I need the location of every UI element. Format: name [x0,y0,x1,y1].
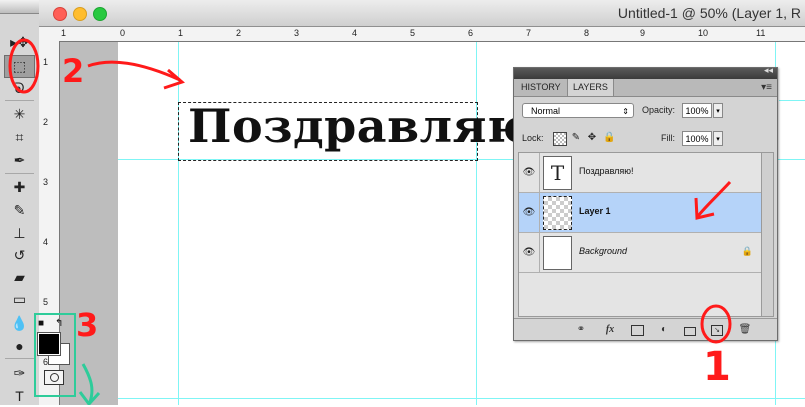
healing-brush-icon[interactable]: ✚ [4,176,35,199]
layers-scrollbar[interactable] [761,152,774,317]
eraser-icon[interactable]: ▰ [4,266,35,289]
ruler-label: 3 [294,28,300,38]
tab-history[interactable]: HISTORY [516,79,566,96]
ruler-label: 9 [640,28,646,38]
crop-icon[interactable]: ⌗ [4,126,35,149]
collapse-panel-icon[interactable]: ◂◂ [764,65,773,76]
text-layer-thumbnail[interactable]: T [543,156,572,190]
ruler-label: 10 [698,28,709,38]
layer-row-layer-1[interactable]: 👁 Layer 1 [519,193,761,233]
guide-horizontal[interactable] [779,100,805,101]
brush-icon[interactable]: ✎ [4,199,35,222]
layer-name[interactable]: Layer 1 [579,206,611,216]
ruler-label: 1 [61,28,67,38]
ruler-label: 8 [584,28,590,38]
adjustment-icon[interactable]: ◐ [657,324,671,336]
lock-position-icon[interactable]: ✥ [586,132,598,144]
fill-label: Fill: [661,133,675,143]
visibility-eye-icon[interactable]: 👁 [519,153,540,192]
guide-vertical[interactable] [476,42,477,405]
title-bar: Untitled-1 @ 50% (Layer 1, R [39,0,805,27]
annotation-number-2: 2 [62,52,85,90]
blend-mode-value: Normal [531,106,561,116]
minimize-window-button[interactable] [73,7,87,21]
layer-name[interactable]: Background [579,246,627,256]
mask-icon[interactable] [631,325,644,336]
lasso-icon[interactable]: ᘐ [4,77,35,100]
ruler-label: 2 [236,28,242,38]
move-icon[interactable]: ▸✥ [4,31,35,54]
layer-thumbnail[interactable] [543,196,572,230]
tab-layers[interactable]: LAYERS [567,79,614,96]
annotation-number-1: 1 [703,344,731,390]
visibility-eye-icon[interactable]: 👁 [519,193,540,232]
ruler-label: 6 [468,28,474,38]
background-thumbnail[interactable] [543,236,572,270]
ruler-label: 5 [410,28,416,38]
ruler-origin[interactable] [39,27,60,42]
fill-dropdown-icon[interactable]: ▾ [713,131,723,146]
layers-panel: ◂◂ HISTORY LAYERS ▾≡ Normal ⇕ Opacity: 1… [513,65,778,341]
ruler-label: 1 [178,28,184,38]
background-lock-icon: 🔒 [741,246,753,256]
pen-icon[interactable]: ✑ [4,362,35,385]
opacity-dropdown-icon[interactable]: ▾ [713,103,723,118]
annotation-number-3: 3 [76,306,99,344]
folder-icon[interactable] [684,327,696,336]
ruler-label: 4 [352,28,358,38]
guide-vertical[interactable] [178,42,179,405]
blur-icon[interactable]: 💧 [4,312,35,335]
blend-mode-select[interactable]: Normal ⇕ [522,103,634,118]
panel-tabs: HISTORY LAYERS ▾≡ [514,79,777,97]
lock-all-icon[interactable]: 🔒 [603,132,615,144]
greeting-text-layer[interactable]: Поздравляю! [188,99,555,153]
eyedropper-icon[interactable]: ✒ [4,149,35,172]
ruler-label: 2 [43,117,49,127]
layer-name[interactable]: Поздравляю! [579,166,634,176]
ruler-label: 1 [43,57,49,67]
gradient-icon[interactable]: ▭ [4,288,35,311]
fx-icon[interactable]: fx [603,324,617,336]
clone-stamp-icon[interactable]: ⊥ [4,222,35,245]
close-window-button[interactable] [53,7,67,21]
annotation-box-colors [34,313,76,397]
link-icon[interactable]: ⚭ [574,324,588,336]
layers-bottom-bar: ⚭ fx ◐ ↘ 🗑 [514,318,777,341]
layers-list: 👁 T Поздравляю! 👁 Layer 1 👁 Background 🔒 [518,152,762,317]
tools-panel-grip[interactable] [0,0,39,14]
trash-icon[interactable]: 🗑 [738,324,752,336]
opacity-input[interactable]: 100% [682,103,712,118]
ruler-label: 5 [43,297,49,307]
history-brush-icon[interactable]: ↺ [4,244,35,267]
visibility-eye-icon[interactable]: 👁 [519,233,540,272]
fill-input[interactable]: 100% [682,131,712,146]
guide-horizontal[interactable] [118,398,805,399]
zoom-window-button[interactable] [93,7,107,21]
lock-pixels-icon[interactable]: ✎ [570,132,582,144]
updown-arrows-icon: ⇕ [622,107,629,116]
lock-label: Lock: [522,133,544,143]
lock-transparent-icon[interactable] [553,132,567,146]
ruler-label: 0 [120,28,126,38]
rectangular-marquee-icon[interactable]: ⬚ [4,55,35,78]
document-title: Untitled-1 @ 50% (Layer 1, R [617,5,801,21]
ruler-label: 4 [43,237,49,247]
magic-wand-icon[interactable]: ✳ [4,103,35,126]
ruler-label: 7 [526,28,532,38]
panel-menu-icon[interactable]: ▾≡ [761,79,772,96]
type-icon[interactable]: T [4,384,35,407]
horizontal-ruler[interactable]: 1 0 1 2 3 4 5 6 7 8 9 10 11 [59,27,805,42]
layer-row-background[interactable]: 👁 Background 🔒 [519,233,761,273]
dodge-icon[interactable]: ● [4,334,35,357]
panel-grip[interactable]: ◂◂ [514,65,777,79]
layer-row-text[interactable]: 👁 T Поздравляю! [519,153,761,193]
opacity-label: Opacity: [642,105,676,115]
ruler-label: 11 [756,28,766,38]
ruler-label: 3 [43,177,49,187]
new-layer-icon[interactable]: ↘ [711,325,723,336]
